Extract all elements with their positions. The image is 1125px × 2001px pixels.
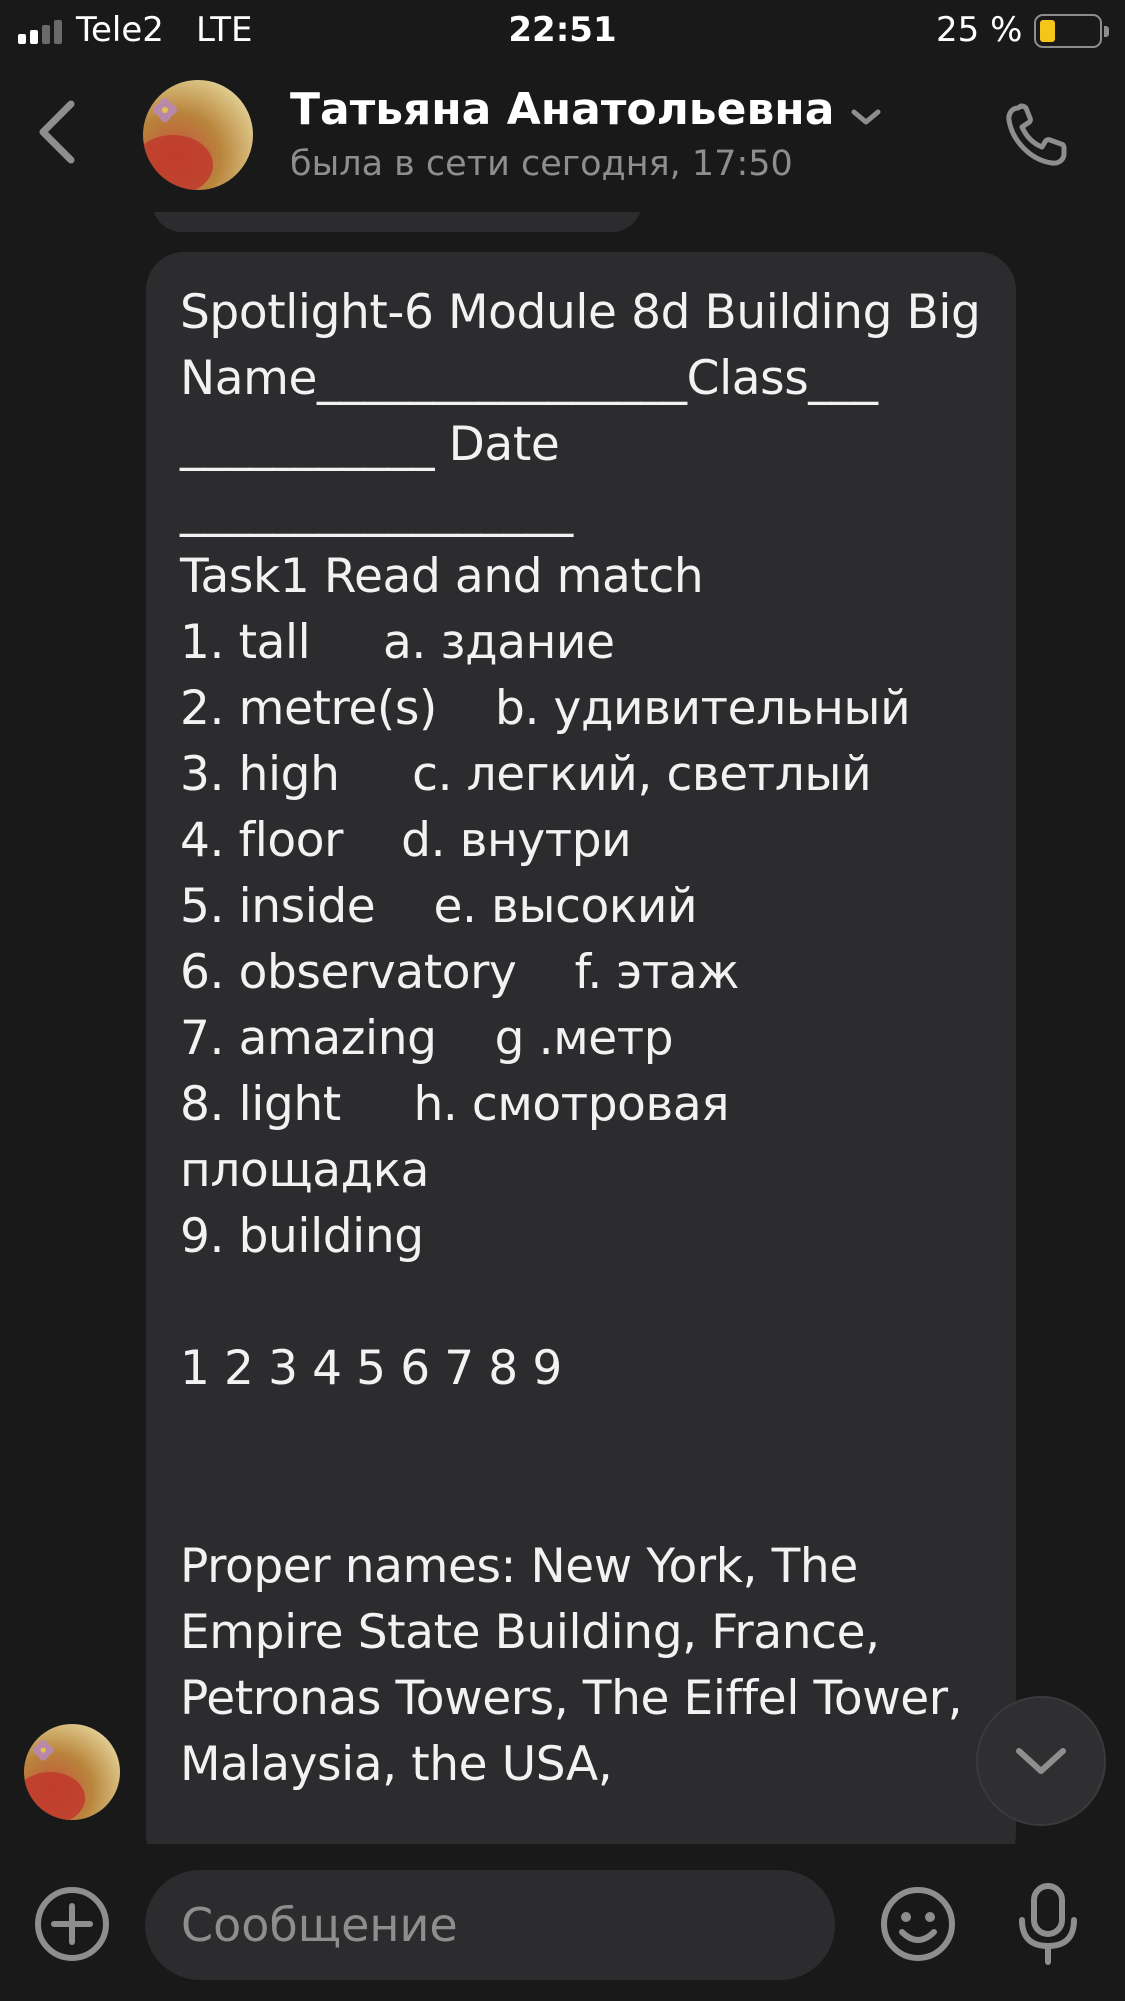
attach-button[interactable] [32, 1884, 112, 1964]
message-composer [0, 1844, 1125, 2001]
message-text: Spotlight-6 Module 8d Building Big Name_… [180, 285, 981, 1792]
chevron-down-icon [1016, 1748, 1066, 1774]
message-bubble[interactable]: Spotlight-6 Module 8d Building Big Name_… [146, 252, 1016, 1844]
contact-avatar[interactable] [143, 80, 253, 190]
voice-record-button[interactable] [1008, 1880, 1088, 1968]
back-button[interactable] [22, 97, 92, 167]
scroll-to-bottom-button[interactable] [976, 1696, 1106, 1826]
message-input[interactable] [145, 1870, 835, 1980]
contact-name[interactable]: Татьяна Анатольевна [290, 84, 834, 135]
battery-icon [1034, 14, 1109, 48]
last-seen-status: была в сети сегодня, 17:50 [290, 144, 793, 184]
emoji-icon [881, 1887, 955, 1961]
message-list[interactable]: Spotlight-6 Module 8d Building Big Name_… [0, 212, 1125, 1844]
status-bar: Tele2 LTE 22:51 25 % [0, 0, 1125, 62]
sender-avatar[interactable] [24, 1724, 120, 1820]
emoji-button[interactable] [878, 1884, 958, 1964]
chevron-left-icon [39, 100, 75, 164]
previous-message-bubble[interactable] [152, 212, 642, 232]
chat-header: Татьяна Анатольевна была в сети сегодня,… [0, 62, 1125, 212]
plus-circle-icon [35, 1887, 109, 1961]
call-button[interactable] [1000, 100, 1072, 172]
chevron-down-icon[interactable] [846, 98, 886, 138]
microphone-icon [1019, 1883, 1077, 1965]
battery-percent: 25 % [936, 10, 1023, 50]
phone-icon [1006, 103, 1067, 166]
